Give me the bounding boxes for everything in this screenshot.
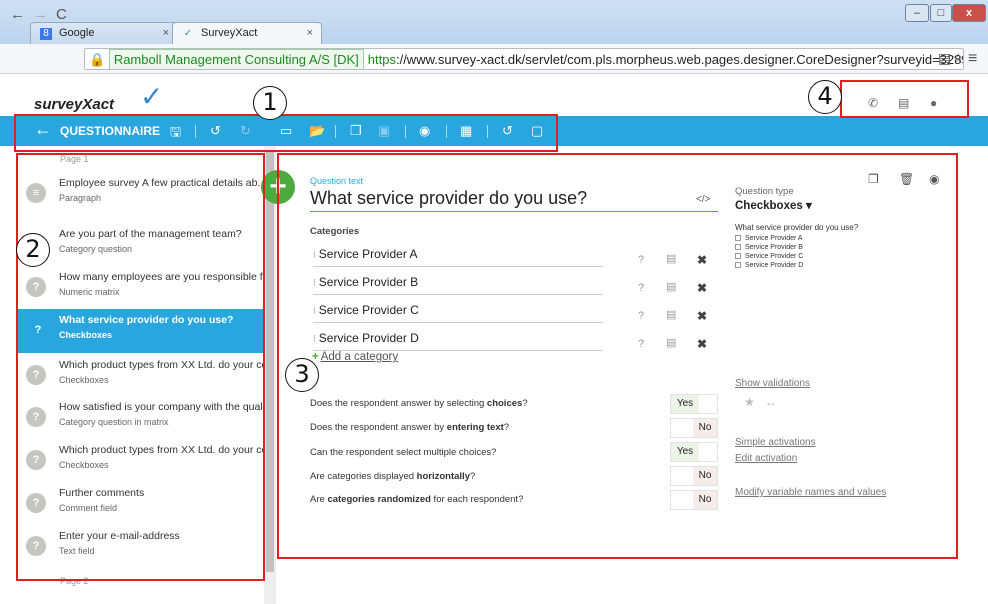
tab-google[interactable]: 8 Google ×: [30, 22, 178, 44]
close-icon[interactable]: ×: [163, 27, 169, 39]
callout-2: 2: [16, 233, 50, 267]
callout-1: 1: [253, 86, 287, 120]
callout-4: 4: [808, 80, 842, 114]
callout-3: 3: [285, 358, 319, 392]
check-icon: ✓: [183, 28, 193, 39]
google-icon: 8: [40, 28, 52, 40]
minimize-button[interactable]: –: [905, 4, 929, 22]
annotation-box-4: [840, 80, 969, 118]
reload-icon[interactable]: C: [56, 6, 67, 23]
forward-arrow-icon[interactable]: →: [33, 6, 48, 23]
close-window-button[interactable]: x: [952, 4, 986, 22]
scrollbar[interactable]: [264, 146, 276, 604]
menu-icon[interactable]: ≡: [968, 50, 977, 68]
url-scheme: https: [367, 52, 396, 67]
annotation-box-1: [14, 114, 558, 152]
back-arrow-icon[interactable]: ←: [10, 6, 25, 23]
address-bar[interactable]: 🔒 Ramboll Management Consulting A/S [DK]…: [84, 48, 964, 70]
ev-certificate: Ramboll Management Consulting A/S [DK]: [108, 49, 364, 69]
tab-surveyxact[interactable]: ✓ SurveyXact ×: [172, 22, 322, 44]
tab-label: SurveyXact: [201, 27, 258, 39]
tab-label: Google: [59, 27, 95, 39]
scrollbar-thumb[interactable]: [266, 152, 274, 572]
lock-icon: 🔒: [89, 52, 106, 67]
logo-check-icon: ✓: [140, 81, 164, 112]
translate-icon[interactable]: ▤: [938, 50, 951, 67]
url-path: ://www.survey-xact.dk/servlet/com.pls.mo…: [395, 52, 964, 67]
logo: surveyXact: [34, 96, 115, 113]
star-icon[interactable]: ☆: [952, 50, 965, 67]
annotation-box-2: [16, 153, 265, 581]
maximize-button[interactable]: □: [930, 4, 952, 22]
close-icon[interactable]: ×: [307, 27, 313, 39]
annotation-box-3: [277, 153, 958, 559]
